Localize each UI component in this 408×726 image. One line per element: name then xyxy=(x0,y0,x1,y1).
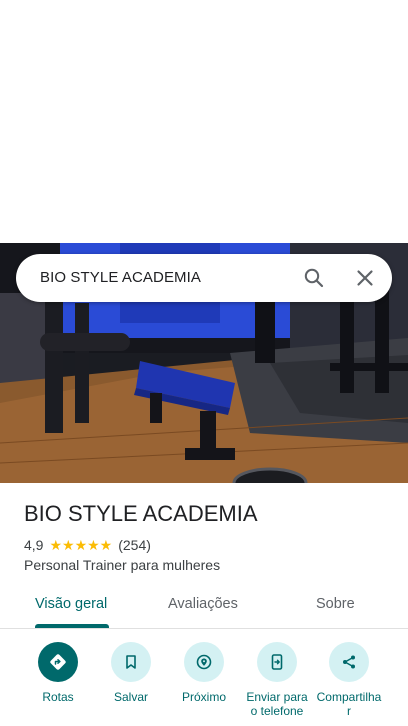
share-button[interactable]: Compartilhar xyxy=(312,642,386,718)
share-label: Compartilhar xyxy=(316,690,382,718)
save-button[interactable]: Salvar xyxy=(94,642,168,704)
close-icon[interactable] xyxy=(353,266,377,290)
tab-overview[interactable]: Visão geral xyxy=(35,596,107,612)
star-rating-icon: ★★★★★ xyxy=(49,536,113,553)
directions-button[interactable]: Rotas xyxy=(21,642,95,704)
search-bar[interactable]: BIO STYLE ACADEMIA xyxy=(16,254,392,302)
review-count[interactable]: (254) xyxy=(118,537,151,553)
nearby-button[interactable]: Próximo xyxy=(167,642,241,704)
send-to-phone-button[interactable]: Enviar para o telefone xyxy=(240,642,314,718)
bookmark-icon[interactable] xyxy=(111,642,151,682)
place-category[interactable]: Personal Trainer para mulheres xyxy=(24,557,220,573)
place-title: BIO STYLE ACADEMIA xyxy=(24,501,258,526)
tab-bar: Visão geral Avaliações Sobre xyxy=(0,584,408,629)
tab-about[interactable]: Sobre xyxy=(316,596,355,612)
nearby-label: Próximo xyxy=(181,690,226,704)
blank-area xyxy=(0,0,408,243)
share-icon[interactable] xyxy=(329,642,369,682)
nearby-icon[interactable] xyxy=(184,642,224,682)
directions-icon[interactable] xyxy=(38,642,78,682)
search-input[interactable]: BIO STYLE ACADEMIA xyxy=(40,269,201,286)
send-to-phone-icon[interactable] xyxy=(257,642,297,682)
tab-reviews[interactable]: Avaliações xyxy=(168,596,238,612)
directions-label: Rotas xyxy=(42,690,74,704)
save-label: Salvar xyxy=(113,690,148,704)
send-to-phone-label: Enviar para o telefone xyxy=(246,690,308,718)
search-icon[interactable] xyxy=(302,266,326,290)
rating-value: 4,9 xyxy=(24,537,44,553)
rating-row[interactable]: 4,9 ★★★★★ (254) xyxy=(24,536,151,554)
active-tab-indicator xyxy=(35,624,109,628)
